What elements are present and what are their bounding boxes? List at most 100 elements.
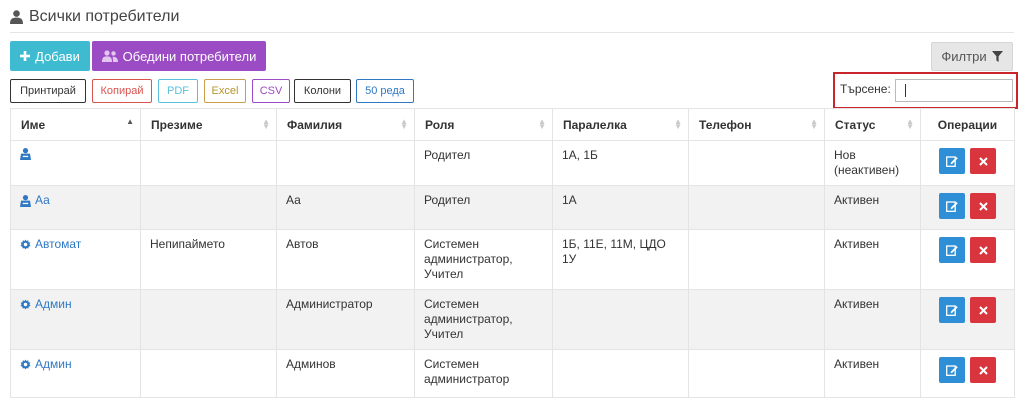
merge-users-button[interactable]: Обедини потребители	[92, 41, 266, 71]
class-cell: 1Б, 11Е, 11М, ЦДО 1У	[552, 229, 689, 290]
table-row: Аа Аа Родител 1А Активен	[10, 185, 1015, 230]
page-title: Всички потребители	[10, 6, 179, 28]
last-name-cell: Аа	[276, 185, 415, 230]
plus-icon	[20, 51, 31, 61]
column-header-middle-name[interactable]: Презиме ▲ ▼	[140, 108, 277, 141]
text-cursor	[905, 84, 906, 97]
name-cell: Админ	[10, 289, 141, 350]
export-excel-button[interactable]: Excel	[204, 79, 246, 103]
add-button[interactable]: Добави	[10, 41, 90, 71]
users-table: Име ▲ Презиме ▲ ▼ Фамилия ▲ ▼ Роля ▲ ▼ Паралелк…	[10, 108, 1015, 398]
user-icon	[10, 10, 23, 24]
middle-name-cell	[140, 349, 277, 398]
user-name-link[interactable]: Админ	[20, 357, 72, 372]
rows-per-page-button[interactable]: 50 реда	[356, 79, 414, 103]
status-cell: Активен	[824, 349, 921, 398]
search-label: Търсене:	[840, 82, 891, 96]
status-cell: Активен	[824, 185, 921, 230]
class-cell	[552, 289, 689, 350]
role-cell: Системен администратор, Учител	[414, 289, 553, 350]
last-name-cell: Администратор	[276, 289, 415, 350]
gear-icon	[20, 239, 31, 250]
column-header-class[interactable]: Паралелка ▲ ▼	[552, 108, 689, 141]
page-title-text: Всички потребители	[29, 8, 180, 25]
column-header-status[interactable]: Статус ▲ ▼	[824, 108, 921, 141]
delete-button[interactable]	[970, 237, 997, 263]
edit-button[interactable]	[938, 297, 965, 323]
middle-name-cell	[140, 140, 277, 186]
operations-cell	[920, 349, 1015, 398]
export-pdf-button[interactable]: PDF	[158, 79, 198, 103]
role-cell: Системен администратор, Учител	[414, 229, 553, 290]
edit-button[interactable]	[938, 357, 965, 383]
export-print-button[interactable]: Принтирай	[10, 79, 86, 103]
operations-cell	[920, 289, 1015, 350]
edit-button[interactable]	[938, 193, 965, 219]
filters-button[interactable]: Филтри	[931, 42, 1013, 71]
table-row: Админ Админов Системен администратор Акт…	[10, 349, 1015, 398]
name-cell: Аа	[10, 185, 141, 230]
delete-button[interactable]	[970, 148, 997, 174]
user-name-link[interactable]: Аа	[20, 193, 50, 208]
edit-button[interactable]	[938, 237, 965, 263]
close-icon	[978, 305, 988, 315]
table-row: Админ Администратор Системен администрат…	[10, 289, 1015, 350]
gear-icon	[20, 299, 31, 310]
table-header-row: Име ▲ Презиме ▲ ▼ Фамилия ▲ ▼ Роля ▲ ▼ Паралелк…	[10, 108, 1015, 141]
parent-icon	[20, 194, 31, 207]
edit-icon	[945, 156, 958, 167]
export-copy-button[interactable]: Копирай	[92, 79, 152, 103]
column-header-phone[interactable]: Телефон ▲ ▼	[688, 108, 825, 141]
filters-label: Филтри	[941, 49, 987, 64]
name-cell: Автомат	[10, 229, 141, 290]
delete-button[interactable]	[970, 357, 997, 383]
close-icon	[978, 245, 988, 255]
add-button-label: Добави	[35, 48, 80, 64]
column-header-name[interactable]: Име ▲	[10, 108, 141, 141]
sort-icon: ▲ ▼	[810, 117, 818, 131]
last-name-cell	[276, 140, 415, 186]
column-header-last-name[interactable]: Фамилия ▲ ▼	[276, 108, 415, 141]
rows-per-page-label: 50 реда	[365, 85, 405, 97]
edit-icon	[945, 365, 958, 376]
operations-cell	[920, 185, 1015, 230]
filter-icon	[991, 51, 1003, 62]
status-cell: Активен	[824, 229, 921, 290]
close-icon	[978, 156, 988, 166]
columns-button[interactable]: Колони	[294, 79, 351, 103]
name-cell	[10, 140, 141, 186]
operations-cell	[920, 229, 1015, 290]
phone-cell	[688, 185, 825, 230]
column-header-role[interactable]: Роля ▲ ▼	[414, 108, 553, 141]
phone-cell	[688, 289, 825, 350]
class-cell: 1А	[552, 185, 689, 230]
column-header-operations: Операции	[920, 108, 1015, 141]
edit-icon	[945, 305, 958, 316]
title-divider	[10, 32, 1014, 33]
sort-icon: ▲	[126, 117, 134, 126]
user-name-link[interactable]: Админ	[20, 297, 72, 312]
edit-button[interactable]	[938, 148, 965, 174]
delete-button[interactable]	[970, 193, 997, 219]
last-name-cell: Админов	[276, 349, 415, 398]
export-print-label: Принтирай	[20, 85, 76, 97]
user-name-link[interactable]	[20, 148, 35, 160]
search-input[interactable]	[895, 79, 1013, 102]
operations-cell	[920, 140, 1015, 186]
export-csv-button[interactable]: CSV	[252, 79, 290, 103]
close-icon	[978, 365, 988, 375]
phone-cell	[688, 349, 825, 398]
middle-name-cell: Непипаймето	[140, 229, 277, 290]
edit-icon	[945, 201, 958, 212]
export-copy-label: Копирай	[100, 85, 144, 97]
user-name-link[interactable]: Автомат	[20, 237, 81, 252]
name-cell: Админ	[10, 349, 141, 398]
role-cell: Родител	[414, 185, 553, 230]
sort-icon: ▲ ▼	[400, 117, 408, 131]
table-row: Автомат Непипаймето Автов Системен админ…	[10, 229, 1015, 290]
role-cell: Родител	[414, 140, 553, 186]
status-cell: Активен	[824, 289, 921, 350]
sort-icon: ▲ ▼	[262, 117, 270, 131]
delete-button[interactable]	[970, 297, 997, 323]
phone-cell	[688, 140, 825, 186]
